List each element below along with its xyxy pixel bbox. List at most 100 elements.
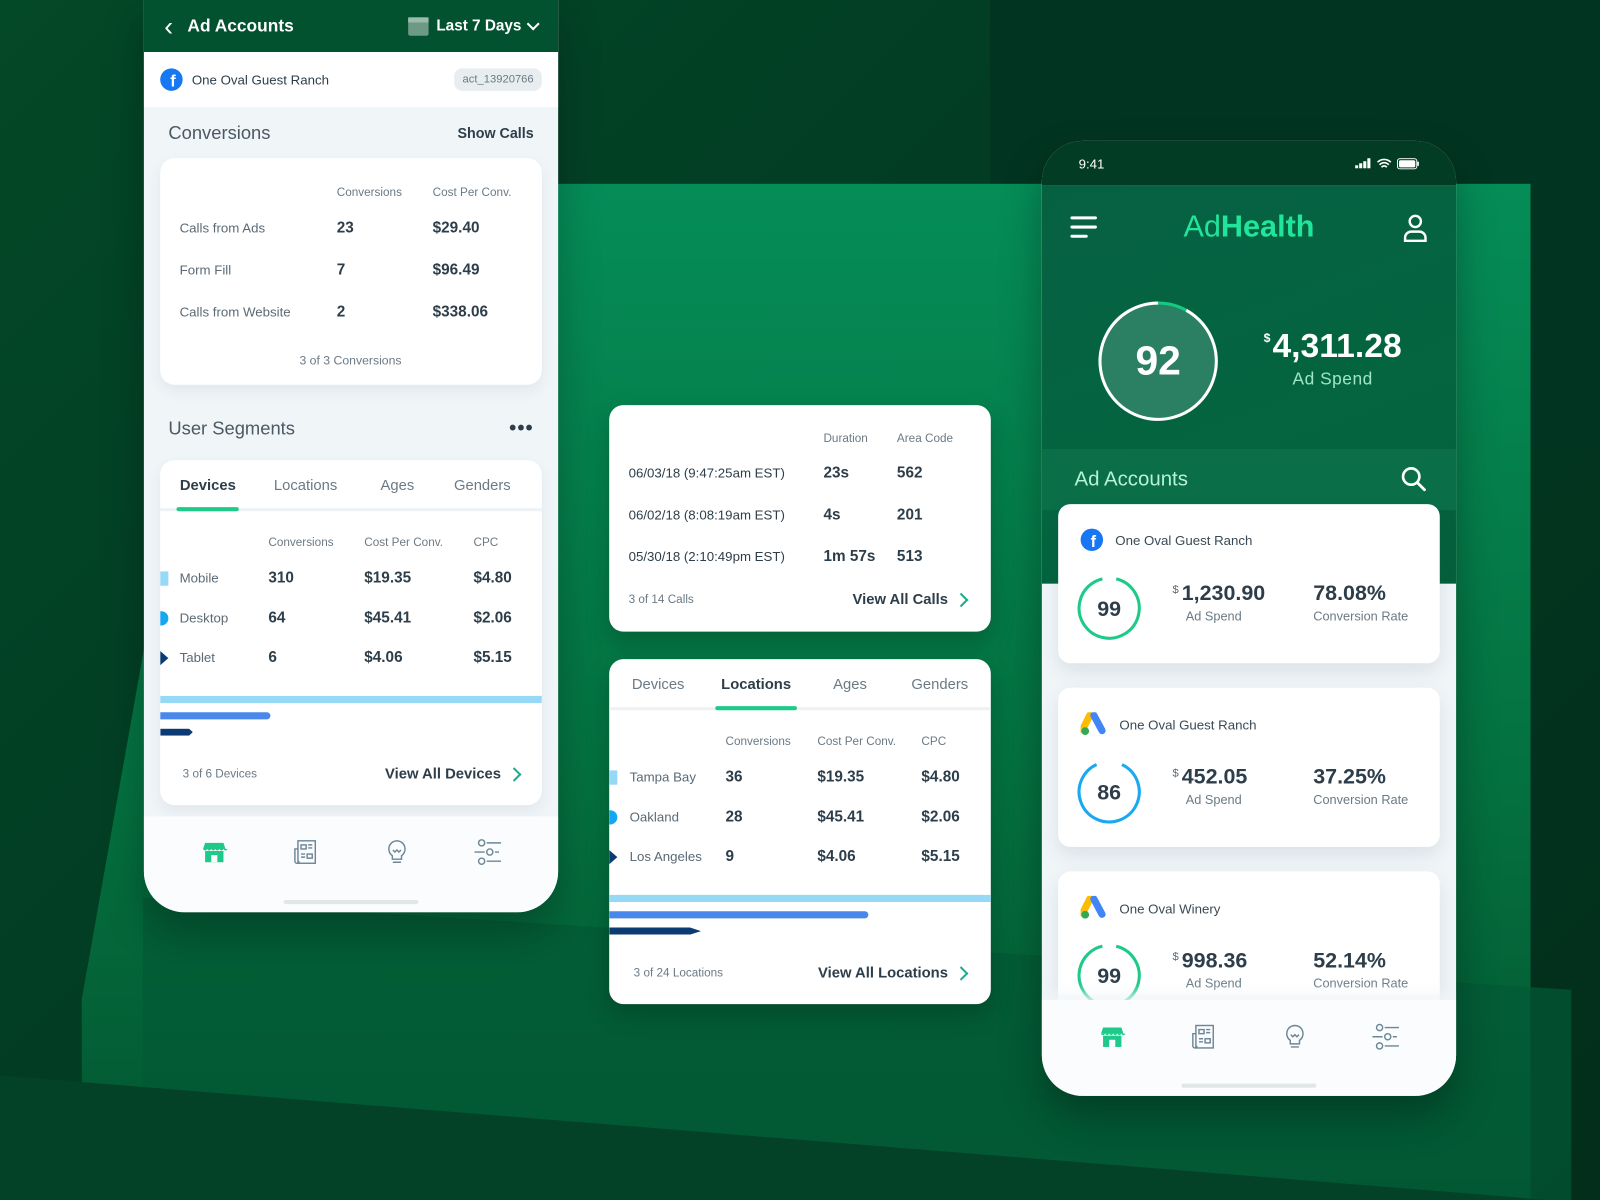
table-row[interactable]: Tampa Bay 36 $19.35 $4.80 (609, 757, 991, 797)
sliders-icon[interactable] (470, 834, 507, 871)
date-range-dropdown[interactable]: Last 7 Days (407, 16, 540, 36)
account-card[interactable]: f One Oval Guest Ranch 99 $1,230.90 Ad Spend… (1058, 504, 1440, 664)
tab-genders[interactable]: Genders (431, 460, 534, 508)
cost-value: $338.06 (432, 303, 488, 321)
search-icon[interactable] (1401, 466, 1428, 493)
account-score-gauge: 86 (1077, 760, 1141, 824)
cpc-value: $2.06 (921, 808, 960, 826)
currency-symbol: $ (1172, 583, 1179, 596)
conversion-rate-label: Conversion Rate (1313, 609, 1409, 624)
tab-devices[interactable]: Devices (609, 659, 707, 707)
more-horizontal-icon[interactable]: ••• (509, 418, 534, 438)
link-label: View All Locations (818, 965, 948, 982)
table-row[interactable]: Mobile 310 $19.35 $4.80 (160, 558, 542, 598)
tab-locations[interactable]: Locations (707, 659, 805, 711)
chevron-left-icon[interactable]: ‹ (164, 13, 173, 40)
cost-value: $19.35 (364, 569, 412, 587)
sliders-icon[interactable] (1368, 1018, 1405, 1055)
locations-count: 3 of 24 Locations (633, 967, 724, 980)
calls-table: Duration Area Code 06/03/18 (9:47:25am E… (629, 426, 971, 578)
accounts-header: Ad Accounts (1041, 448, 1457, 511)
show-calls-button[interactable]: Show Calls (457, 124, 533, 140)
google-ads-icon (1080, 895, 1106, 919)
cost-value: $4.06 (364, 648, 403, 667)
view-all-calls-link[interactable]: View All Calls (852, 591, 969, 609)
home-indicator (1181, 1083, 1317, 1088)
tab-devices[interactable]: Devices (168, 460, 247, 512)
account-spend: $452.05 Ad Spend (1172, 765, 1247, 807)
lightbulb-icon[interactable] (1276, 1018, 1313, 1055)
account-name: One Oval Guest Ranch (1119, 716, 1257, 733)
table-row[interactable]: Calls from Website 2 $338.06 (180, 291, 522, 333)
account-score-gauge: 99 (1077, 943, 1141, 1008)
column-header: Conversions (268, 536, 334, 549)
spend-amount: 452.05 (1181, 765, 1248, 789)
table-row[interactable]: Los Angeles 9 $4.06 $5.15 (609, 837, 991, 877)
store-icon[interactable] (196, 834, 233, 871)
row-label: Los Angeles (629, 848, 702, 864)
home-indicator (283, 899, 419, 905)
cpc-value: $5.15 (921, 847, 960, 866)
share-bar-desktop (160, 712, 271, 720)
newspaper-icon[interactable] (1185, 1018, 1222, 1055)
calendar-icon (407, 16, 429, 36)
view-all-locations-link[interactable]: View All Locations (818, 965, 969, 982)
battery-icon (1396, 157, 1419, 169)
table-row[interactable]: Oakland 28 $45.41 $2.06 (609, 797, 991, 837)
call-duration: 23s (823, 464, 850, 482)
currency-symbol: $ (1172, 951, 1179, 964)
total-ad-spend: $4,311.28 Ad Spend (1256, 327, 1409, 390)
calls-card: Duration Area Code 06/03/18 (9:47:25am E… (609, 405, 991, 632)
call-duration: 1m 57s (823, 547, 876, 566)
tab-genders[interactable]: Genders (895, 659, 985, 707)
view-all-devices-link[interactable]: View All Devices (385, 766, 522, 783)
conversions-value: 6 (268, 648, 277, 667)
logo-light: Ad (1183, 210, 1221, 244)
segments-card: Devices Locations Ages Genders Conversio… (160, 460, 542, 806)
column-header: Cost Per Conv. (817, 735, 897, 748)
signal-icon (1355, 158, 1371, 169)
tab-ages[interactable]: Ages (364, 460, 431, 508)
table-row[interactable]: Form Fill 7 $96.49 (180, 249, 522, 291)
locations-table: Conversions Cost Per Conv. CPC Tampa Bay… (609, 727, 991, 877)
conversions-value: 64 (268, 609, 286, 627)
table-row[interactable]: Calls from Ads 23 $29.40 (180, 207, 522, 249)
devices-table: Conversions Cost Per Conv. CPC Mobile 31… (160, 528, 542, 678)
section-title: Conversions (168, 121, 271, 143)
cpc-value: $4.80 (921, 768, 960, 786)
tab-locations[interactable]: Locations (247, 460, 364, 508)
table-row[interactable]: Tablet 6 $4.06 $5.15 (160, 638, 542, 678)
devices-share-bars (160, 695, 542, 736)
conversions-value: 9 (725, 847, 735, 866)
table-row[interactable]: 06/02/18 (8:08:19am EST) 4s 201 (629, 494, 971, 536)
table-row[interactable]: 05/30/18 (2:10:49pm EST) 1m 57s 513 (629, 536, 971, 578)
column-header: Conversions (725, 735, 791, 748)
lightbulb-icon[interactable] (378, 834, 415, 871)
series-marker (609, 810, 618, 825)
section-title: Ad Accounts (1074, 467, 1188, 491)
table-row[interactable]: Desktop 64 $45.41 $2.06 (160, 598, 542, 638)
account-header: One Oval Winery (1080, 895, 1221, 920)
newspaper-icon[interactable] (287, 834, 324, 871)
user-icon[interactable] (1403, 214, 1427, 243)
account-name: One Oval Winery (1119, 900, 1221, 916)
share-bar-oakland (609, 911, 869, 919)
account-conversion-rate: 37.25% Conversion Rate (1313, 765, 1408, 807)
spend-label: Ad Spend (1185, 792, 1242, 808)
column-header: CPC (921, 735, 947, 748)
table-row[interactable]: 06/03/18 (9:47:25am EST) 23s 562 (629, 452, 971, 494)
cost-value: $45.41 (364, 609, 412, 627)
status-icons (1355, 157, 1419, 169)
locations-card: Devices Locations Ages Genders Conversio… (609, 659, 991, 1005)
chevron-right-icon (954, 966, 969, 981)
app-logo: AdHealth (1042, 210, 1456, 245)
store-icon[interactable] (1094, 1018, 1131, 1055)
account-card[interactable]: One Oval Guest Ranch 86 $452.05 Ad Spend 37.… (1058, 687, 1440, 847)
call-date: 06/02/18 (8:08:19am EST) (628, 507, 785, 523)
row-label: Tampa Bay (629, 769, 696, 785)
column-header: CPC (473, 536, 499, 549)
dashboard-screen: 9:41 AdHealth 92 $4,311.28 Ad Spend Ad A… (1041, 140, 1457, 1096)
link-label: View All Calls (852, 591, 948, 609)
spend-label: Ad Spend (1185, 976, 1242, 991)
tab-ages[interactable]: Ages (805, 659, 895, 707)
